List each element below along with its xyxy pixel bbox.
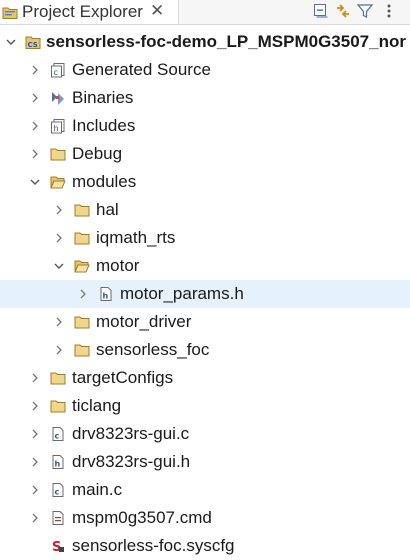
view-menu-icon[interactable] xyxy=(380,2,398,20)
tree-item-project[interactable]: CS sensorless-foc-demo_LP_MSPM0G3507_nor xyxy=(0,28,410,56)
folder-icon xyxy=(50,372,66,385)
tree-item-label: main.c xyxy=(72,480,123,499)
chevron-right-icon[interactable] xyxy=(54,317,64,327)
folder-icon xyxy=(74,232,90,245)
tree-item-mspm0g3507-cmd[interactable]: mspm0g3507.cmd xyxy=(0,504,410,532)
tree-item-binaries[interactable]: Binaries xyxy=(0,84,410,112)
tree-item-sensorless-foc-syscfg[interactable]: S sensorless-foc.syscfg xyxy=(0,532,410,560)
svg-text:c: c xyxy=(55,488,60,497)
tree-item-label: mspm0g3507.cmd xyxy=(72,508,212,527)
folder-icon xyxy=(74,344,90,357)
tree-item-generated-source[interactable]: c Generated Source xyxy=(0,56,410,84)
folder-open-icon xyxy=(74,260,90,273)
chevron-right-icon[interactable] xyxy=(30,485,40,495)
folder-open-icon xyxy=(50,176,66,189)
view-tab-bar: Project Explorer ✕ xyxy=(0,0,410,25)
chevron-right-icon[interactable] xyxy=(78,289,88,299)
tree-item-label: targetConfigs xyxy=(72,368,174,387)
tree-item-hal[interactable]: hal xyxy=(0,196,410,224)
chevron-right-icon[interactable] xyxy=(30,457,40,467)
chevron-right-icon[interactable] xyxy=(30,401,40,411)
tree-item-ticlang[interactable]: ticlang xyxy=(0,392,410,420)
tree-item-label: Generated Source xyxy=(72,60,211,79)
chevron-right-icon[interactable] xyxy=(30,93,40,103)
c-file-icon: c xyxy=(52,427,64,441)
tree-item-label: motor_driver xyxy=(96,312,192,331)
chevron-right-icon[interactable] xyxy=(54,345,64,355)
tree-item-includes[interactable]: h Includes xyxy=(0,112,410,140)
syscfg-file-icon: S xyxy=(52,540,64,554)
chevron-right-icon[interactable] xyxy=(30,429,40,439)
close-icon[interactable]: ✕ xyxy=(150,1,164,21)
chevron-right-icon[interactable] xyxy=(30,513,40,523)
tree-item-label: modules xyxy=(72,172,137,191)
project-icon: CS xyxy=(25,36,41,49)
includes-icon: h xyxy=(51,119,65,134)
svg-text:h: h xyxy=(55,460,61,469)
tree-item-label: sensorless-foc-demo_LP_MSPM0G3507_nor xyxy=(46,32,406,51)
filter-icon[interactable] xyxy=(356,2,374,20)
cmd-file-icon xyxy=(52,511,64,525)
tree-item-label: iqmath_rts xyxy=(96,228,176,247)
chevron-down-icon[interactable] xyxy=(6,37,16,47)
tree-item-drv8323rs-gui-c[interactable]: c drv8323rs-gui.c xyxy=(0,420,410,448)
tree-item-iqmath-rts[interactable]: iqmath_rts xyxy=(0,224,410,252)
chevron-right-icon[interactable] xyxy=(54,233,64,243)
folder-icon xyxy=(74,204,90,217)
chevron-right-icon[interactable] xyxy=(30,121,40,131)
header-file-icon: h xyxy=(100,287,112,301)
folder-icon xyxy=(50,148,66,161)
chevron-right-icon[interactable] xyxy=(30,65,40,75)
tree-item-label: ticlang xyxy=(72,396,122,415)
c-file-icon: c xyxy=(52,483,64,497)
tree-item-modules[interactable]: modules xyxy=(0,168,410,196)
binaries-icon xyxy=(52,92,64,105)
tree-item-label: Includes xyxy=(72,116,136,135)
tree-item-main-c[interactable]: c main.c xyxy=(0,476,410,504)
tree-item-motor-params-h[interactable]: h motor_params.h xyxy=(0,280,410,308)
chevron-right-icon[interactable] xyxy=(30,373,40,383)
generated-source-icon: c xyxy=(51,63,65,78)
folder-icon xyxy=(50,400,66,413)
tree-item-label: hal xyxy=(96,200,119,219)
tree-item-label: sensorless_foc xyxy=(96,340,210,359)
project-explorer-icon xyxy=(2,7,18,19)
tree-item-drv8323rs-gui-h[interactable]: h drv8323rs-gui.h xyxy=(0,448,410,476)
tree-item-label: motor xyxy=(96,256,140,275)
tree-item-motor-driver[interactable]: motor_driver xyxy=(0,308,410,336)
tree-item-targetconfigs[interactable]: targetConfigs xyxy=(0,364,410,392)
svg-text:h: h xyxy=(54,124,59,133)
panel-title: Project Explorer xyxy=(22,2,143,21)
svg-text:h: h xyxy=(103,292,109,301)
tab-project-explorer[interactable]: Project Explorer ✕ xyxy=(0,0,179,24)
chevron-down-icon[interactable] xyxy=(30,177,40,187)
tree-item-motor[interactable]: motor xyxy=(0,252,410,280)
tree-item-label: Binaries xyxy=(72,88,134,107)
chevron-right-icon[interactable] xyxy=(54,205,64,215)
tree-item-label: motor_params.h xyxy=(120,284,244,303)
tree-item-label: Debug xyxy=(72,144,123,163)
tree-item-debug[interactable]: Debug xyxy=(0,140,410,168)
tree-item-label: sensorless-foc.syscfg xyxy=(72,536,235,555)
svg-text:c: c xyxy=(54,68,58,77)
collapse-all-icon[interactable] xyxy=(312,2,330,20)
tree-item-sensorless-foc[interactable]: sensorless_foc xyxy=(0,336,410,364)
chevron-right-icon[interactable] xyxy=(30,149,40,159)
folder-icon xyxy=(74,316,90,329)
chevron-down-icon[interactable] xyxy=(54,261,64,271)
svg-text:CS: CS xyxy=(28,41,38,49)
header-file-icon: h xyxy=(52,455,64,469)
tree-item-label: drv8323rs-gui.h xyxy=(72,452,191,471)
tree-item-label: drv8323rs-gui.c xyxy=(72,424,190,443)
link-with-editor-icon[interactable] xyxy=(334,2,352,20)
svg-text:c: c xyxy=(55,432,60,441)
